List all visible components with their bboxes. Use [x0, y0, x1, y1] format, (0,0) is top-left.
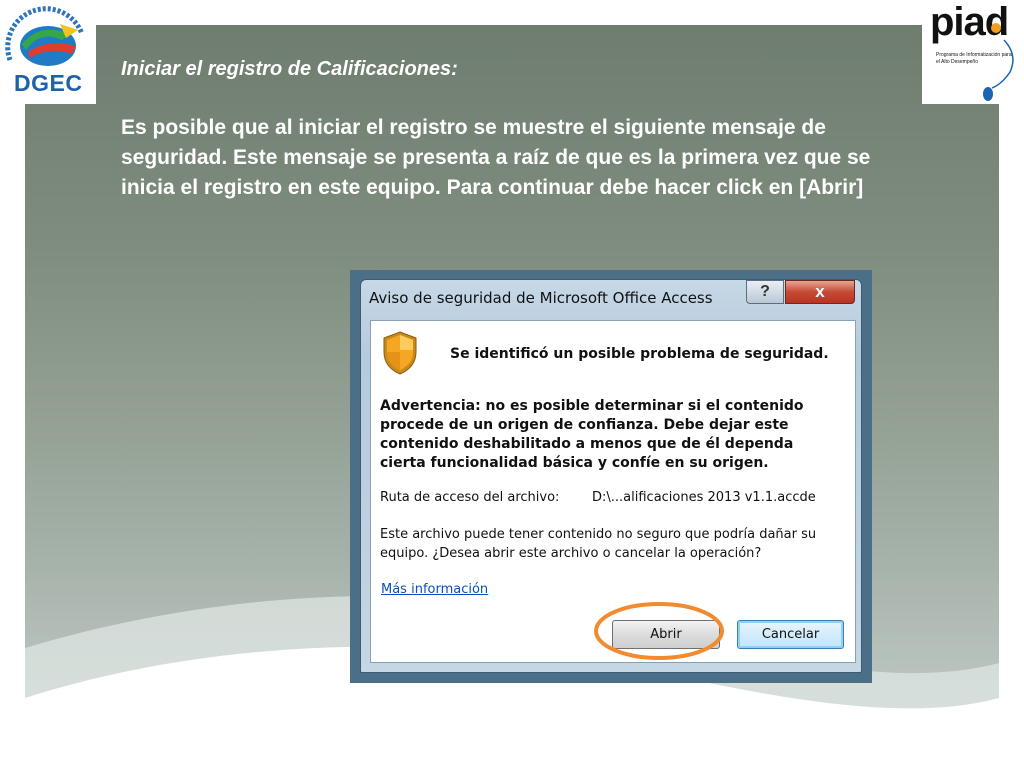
dialog-title: Aviso de seguridad de Microsoft Office A… — [369, 289, 713, 307]
help-icon: ? — [760, 283, 770, 300]
highlight-circle-annotation — [594, 602, 724, 660]
dgec-logo-graphic — [5, 6, 85, 66]
slide-title: Iniciar el registro de Calificaciones: — [121, 58, 458, 80]
dgec-logo-text: DGEC — [14, 70, 83, 96]
mouse-icon — [983, 23, 1014, 101]
close-icon: x — [815, 282, 825, 301]
dgec-logo: DGEC — [0, 0, 96, 104]
file-path-row: Ruta de acceso del archivo: D:\...alific… — [380, 490, 816, 505]
help-button[interactable]: ? — [746, 280, 784, 304]
dialog-headline: Se identificó un posible problema de seg… — [450, 346, 829, 362]
piad-logo: piad Programa de Informatización para el… — [922, 0, 1024, 104]
cancel-button[interactable]: Cancelar — [737, 620, 844, 649]
dialog-info-text: Este archivo puede tener contenido no se… — [380, 527, 817, 561]
more-info-link[interactable]: Más información — [381, 582, 488, 597]
dialog-warning-text: Advertencia: no es posible determinar si… — [380, 398, 804, 471]
security-shield-icon — [383, 331, 417, 375]
file-path-label: Ruta de acceso del archivo: — [380, 490, 560, 505]
slide-body-text: Es posible que al iniciar el registro se… — [121, 116, 871, 199]
close-button[interactable]: x — [785, 280, 855, 304]
file-path-value: D:\...alificaciones 2013 v1.1.accde — [592, 490, 816, 505]
